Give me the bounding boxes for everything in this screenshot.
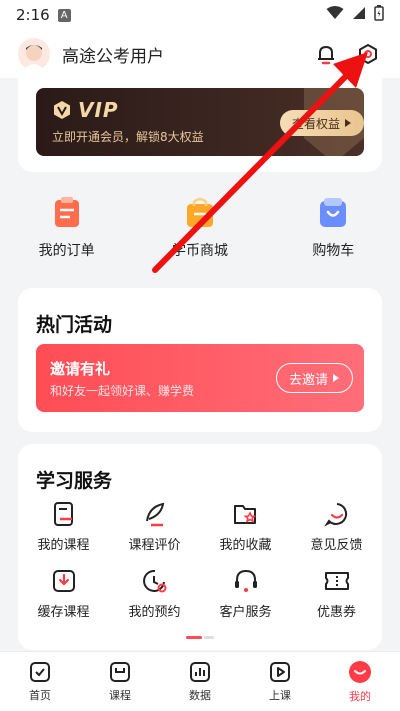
course-book-icon	[110, 661, 130, 682]
play-icon	[270, 661, 290, 682]
settings-icon[interactable]	[354, 40, 382, 68]
battery-icon	[374, 5, 384, 25]
feedback-icon	[323, 500, 351, 528]
quick-label: 学币商城	[171, 243, 228, 259]
tab-mine[interactable]: 我的	[320, 652, 400, 711]
vip-badge-text: VIP	[78, 98, 119, 122]
service-label: 缓存课程	[37, 605, 90, 620]
service-coupons[interactable]: 优惠券	[291, 567, 382, 620]
vip-card: VIP 立即开通会员，解锁8大权益 查看权益	[18, 70, 382, 172]
coin-shop-icon	[186, 197, 213, 227]
status-time: 2:16	[16, 6, 50, 24]
invite-banner[interactable]: 邀请有礼 和好友一起领好课、赚学费 去邀请	[36, 344, 364, 412]
service-label: 我的预约	[128, 605, 181, 620]
view-benefits-button[interactable]: 查看权益	[280, 110, 364, 136]
learning-services-title: 学习服务	[36, 470, 113, 492]
cart-icon	[320, 198, 347, 227]
tab-data[interactable]: 数据	[160, 652, 240, 711]
home-check-icon	[30, 661, 50, 682]
quick-label: 购物车	[312, 243, 355, 259]
learning-services-card: 学习服务 我的课程 课程评价 我的收藏 意见反馈 缓存课程 我的预约 客户服务 …	[18, 444, 382, 650]
headset-icon	[232, 567, 260, 595]
favorite-folder-icon	[232, 500, 260, 528]
tab-label: 上课	[269, 688, 291, 702]
hot-activities-title: 热门活动	[36, 314, 113, 336]
status-bar: 2:16 A	[0, 0, 400, 30]
feather-icon	[141, 500, 169, 528]
service-my-courses[interactable]: 我的课程	[18, 500, 109, 553]
quick-label: 我的订单	[38, 243, 95, 259]
course-icon	[50, 500, 78, 528]
service-customer-service[interactable]: 客户服务	[200, 567, 291, 620]
clock-icon	[141, 567, 169, 595]
service-label: 我的收藏	[219, 538, 272, 553]
tab-label: 首页	[29, 688, 51, 702]
tab-label: 课程	[109, 688, 131, 702]
coupon-icon	[323, 567, 351, 595]
caret-right-icon	[333, 374, 340, 382]
service-label: 客户服务	[219, 605, 272, 620]
vip-crown-icon	[54, 101, 70, 119]
service-course-review[interactable]: 课程评价	[109, 500, 200, 553]
quick-item-cart[interactable]: 购物车	[267, 196, 400, 276]
invite-button[interactable]: 去邀请	[276, 363, 354, 393]
page-dot	[204, 636, 214, 639]
quick-item-orders[interactable]: 我的订单	[0, 196, 133, 276]
username[interactable]: 高途公考用户	[62, 42, 298, 67]
tab-courses[interactable]: 课程	[80, 652, 160, 711]
page-indicator	[186, 636, 214, 639]
download-icon	[50, 567, 78, 595]
service-favorites[interactable]: 我的收藏	[200, 500, 291, 553]
service-my-reservations[interactable]: 我的预约	[109, 567, 200, 620]
invite-title: 邀请有礼	[50, 360, 111, 378]
wifi-icon	[326, 6, 344, 24]
quick-item-coin-shop[interactable]: 学币商城	[133, 196, 266, 276]
avatar[interactable]	[18, 38, 50, 70]
vip-banner[interactable]: VIP 立即开通会员，解锁8大权益 查看权益	[36, 88, 364, 156]
invite-button-label: 去邀请	[289, 372, 329, 388]
tab-class[interactable]: 上课	[240, 652, 320, 711]
bottom-tab-bar: 首页 课程 数据 上课 我的	[0, 651, 400, 711]
tab-home[interactable]: 首页	[0, 652, 80, 711]
view-benefits-label: 查看权益	[292, 116, 341, 131]
bell-icon[interactable]	[312, 40, 340, 68]
tab-label: 数据	[189, 688, 211, 702]
chart-icon	[190, 661, 210, 682]
signal-icon	[352, 6, 366, 24]
notification-icon: A	[57, 8, 71, 22]
service-label: 优惠券	[316, 605, 356, 620]
service-label: 我的课程	[37, 538, 90, 553]
hot-activities-card: 热门活动 邀请有礼 和好友一起领好课、赚学费 去邀请	[18, 288, 382, 432]
tab-label: 我的	[349, 689, 371, 703]
profile-face-icon	[349, 660, 371, 683]
service-label: 课程评价	[128, 538, 181, 553]
service-label: 意见反馈	[310, 538, 363, 553]
order-icon	[54, 197, 79, 227]
invite-subtitle: 和好友一起领好课、赚学费	[50, 384, 195, 398]
caret-right-icon	[345, 119, 351, 127]
vip-subtitle: 立即开通会员，解锁8大权益	[52, 130, 204, 144]
service-feedback[interactable]: 意见反馈	[291, 500, 382, 553]
page-dot-active	[186, 636, 202, 639]
service-cached-courses[interactable]: 缓存课程	[18, 567, 109, 620]
quick-actions: 我的订单 学币商城 购物车	[0, 196, 400, 276]
